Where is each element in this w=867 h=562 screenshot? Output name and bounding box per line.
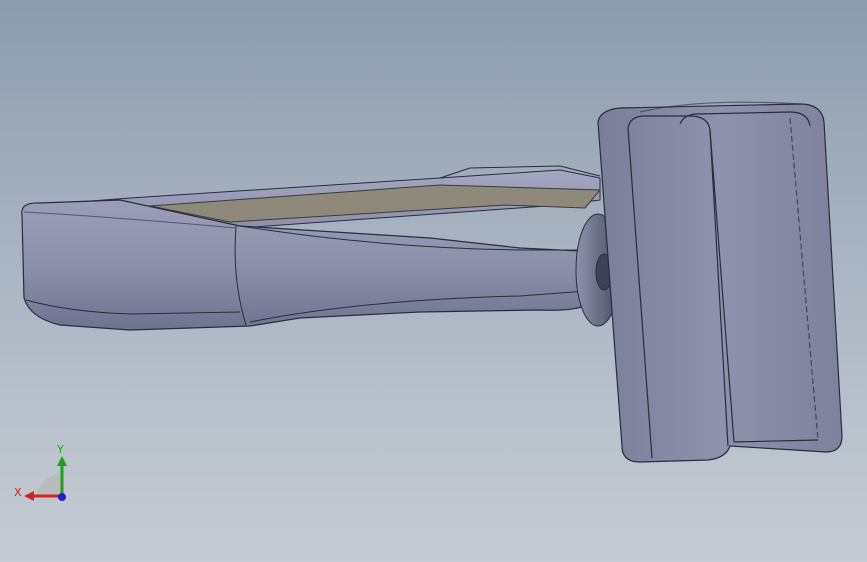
triad-plane bbox=[36, 472, 62, 496]
3d-model[interactable] bbox=[0, 0, 867, 562]
y-arrow-icon bbox=[57, 456, 67, 466]
z-axis-dot bbox=[58, 493, 66, 501]
head-block bbox=[597, 101, 843, 463]
x-axis-label: X bbox=[14, 486, 22, 499]
x-arrow-icon bbox=[24, 491, 34, 501]
cad-viewport[interactable]: Y X bbox=[0, 0, 867, 562]
orientation-triad[interactable]: Y X bbox=[10, 440, 80, 510]
y-axis-label: Y bbox=[56, 443, 64, 456]
